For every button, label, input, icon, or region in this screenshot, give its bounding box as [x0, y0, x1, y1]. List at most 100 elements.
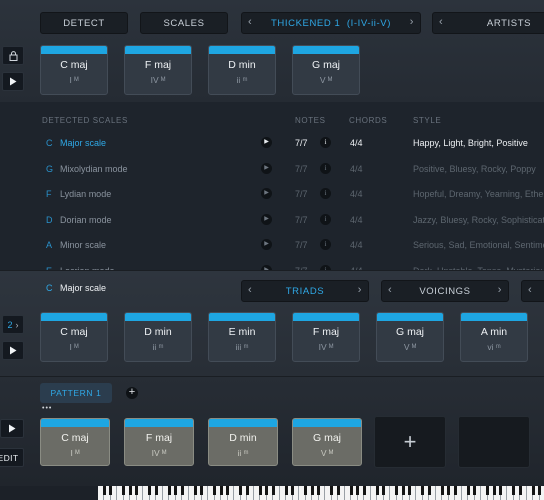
scales-button[interactable]: SCALES [140, 12, 228, 34]
white-key[interactable] [540, 486, 544, 500]
info-icon[interactable]: i [320, 137, 331, 148]
white-key[interactable] [293, 486, 299, 500]
scale-row[interactable]: D Dorian mode ▶ 7/7 i 4/4 Jazzy, Bluesy, Rocky… [0, 213, 544, 240]
pattern-play-button[interactable] [0, 419, 24, 438]
chord-name: F maj [144, 59, 172, 71]
pattern-chord-card[interactable]: F maj IV ᴹ [124, 418, 194, 466]
white-key[interactable] [137, 486, 143, 500]
chord-degree: V ᴹ [403, 342, 417, 352]
scale-row[interactable]: C Major scale ▶ 7/7 i 4/4 Happy, Light, Bright… [0, 137, 544, 163]
voicings-selector[interactable]: ‹ VOICINGS › [381, 280, 509, 302]
scale-name: Lydian mode [60, 189, 112, 199]
palette-chord-card[interactable]: F maj IV ᴹ [292, 312, 360, 362]
progression-selector[interactable]: ‹ THICKENED 1 (I-IV-ii-V) › [241, 12, 421, 34]
scale-chords: 4/4 [350, 138, 363, 148]
white-key[interactable] [475, 486, 481, 500]
piano-keyboard[interactable] [98, 486, 544, 500]
chevron-right-icon[interactable]: › [410, 16, 414, 28]
chevron-left-icon[interactable]: ‹ [528, 284, 532, 296]
palette-chord-card[interactable]: C maj I ᴹ [40, 312, 108, 362]
chord-degree: IV ᴹ [151, 448, 167, 458]
chord-name: D min [144, 326, 172, 338]
scale-row[interactable]: F Lydian mode ▶ 7/7 i 4/4 Hopeful, Dreamy, Yea… [0, 188, 544, 214]
chord-name: A min [480, 326, 508, 338]
chevron-left-icon[interactable]: ‹ [439, 16, 443, 28]
chord-accent-bar [125, 419, 193, 427]
white-key[interactable] [202, 486, 208, 500]
progression-chord-card[interactable]: F maj IV ᴹ [124, 45, 192, 95]
chord-degree: I ᴹ [69, 342, 79, 352]
progression-chord-card[interactable]: D min ii ᵐ [208, 45, 276, 95]
extra-selector[interactable]: ‹ [521, 280, 544, 302]
palette-play-button[interactable] [2, 341, 24, 360]
detect-button[interactable]: DETECT [40, 12, 128, 34]
info-icon[interactable]: i [320, 239, 331, 250]
white-key[interactable] [501, 486, 507, 500]
play-icon[interactable]: ▶ [261, 213, 272, 225]
scale-notes: 7/7 [295, 189, 308, 199]
scale-key: A [46, 240, 53, 250]
palette-chord-card[interactable]: G maj V ᴹ [376, 312, 444, 362]
white-key[interactable] [365, 486, 371, 500]
empty-chord-slot[interactable] [458, 416, 530, 468]
white-key[interactable] [319, 486, 325, 500]
white-key[interactable] [410, 486, 416, 500]
chevron-left-icon[interactable]: ‹ [248, 16, 252, 28]
info-icon[interactable]: i [320, 188, 331, 199]
scale-name: Mixolydian mode [60, 163, 128, 174]
white-key[interactable] [157, 486, 163, 500]
pattern-tab-label: PATTERN 1 [50, 388, 102, 398]
scale-notes: 7/7 [295, 163, 308, 174]
chevron-right-icon[interactable]: › [498, 284, 502, 296]
play-icon[interactable]: ▶ [261, 188, 272, 199]
play-icon[interactable]: ▶ [261, 162, 272, 174]
octave-selector[interactable]: 2 › [2, 315, 24, 334]
scale-notes: 7/7 [295, 214, 308, 225]
palette-chord-card[interactable]: A min vi ᵐ [460, 312, 528, 362]
chord-name: G maj [395, 326, 424, 338]
white-key[interactable] [111, 486, 117, 500]
white-key[interactable] [228, 486, 234, 500]
progression-chord-card[interactable]: G maj V ᴹ [292, 45, 360, 95]
progression-chord-card[interactable]: C maj I ᴹ [40, 45, 108, 95]
pattern-chord-card[interactable]: C maj I ᴹ [40, 418, 110, 466]
octave-value: 2 [7, 319, 13, 330]
scale-style: Jazzy, Bluesy, Rocky, Sophisticated [413, 214, 544, 225]
pattern-tab[interactable]: PATTERN 1 [40, 383, 112, 403]
chord-name: G maj [312, 432, 341, 444]
artists-selector[interactable]: ‹ ARTISTS [432, 12, 544, 34]
chevron-left-icon[interactable]: ‹ [248, 284, 252, 296]
scale-row[interactable]: G Mixolydian mode ▶ 7/7 i 4/4 Positive, Bluesy… [0, 162, 544, 189]
chord-degree: ii ᵐ [152, 342, 164, 352]
add-chord-slot[interactable]: + [374, 416, 446, 468]
pattern-chord-card[interactable]: G maj V ᴹ [292, 418, 362, 466]
info-icon[interactable]: i [320, 162, 331, 174]
palette-chord-card[interactable]: D min ii ᵐ [124, 312, 192, 362]
pattern-chord-card[interactable]: D min ii ᵐ [208, 418, 278, 466]
chevron-left-icon[interactable]: ‹ [388, 284, 392, 296]
white-key[interactable] [248, 486, 254, 500]
pattern-menu-dots[interactable]: ••• [42, 405, 52, 412]
chevron-right-icon[interactable]: › [358, 284, 362, 296]
white-key[interactable] [339, 486, 345, 500]
white-key[interactable] [384, 486, 390, 500]
play-button[interactable] [2, 72, 24, 91]
play-icon[interactable]: ▶ [261, 239, 272, 250]
white-key[interactable] [274, 486, 280, 500]
white-key[interactable] [456, 486, 462, 500]
add-pattern-button[interactable]: + [126, 387, 138, 399]
white-key[interactable] [430, 486, 436, 500]
triads-selector[interactable]: ‹ TRIADS › [241, 280, 369, 302]
lock-button[interactable] [2, 46, 24, 65]
scale-name: Major scale [60, 138, 107, 148]
white-key[interactable] [521, 486, 527, 500]
header-detected-scales: DETECTED SCALES [42, 116, 128, 125]
white-key[interactable] [183, 486, 189, 500]
detect-label: DETECT [63, 17, 105, 29]
edit-button[interactable]: EDIT [0, 448, 24, 467]
scale-row[interactable]: A Minor scale ▶ 7/7 i 4/4 Serious, Sad, Emotio… [0, 239, 544, 265]
play-icon[interactable]: ▶ [261, 137, 272, 148]
palette-scale-name[interactable]: Major scale [60, 283, 106, 293]
palette-chord-card[interactable]: E min iii ᵐ [208, 312, 276, 362]
info-icon[interactable]: i [320, 213, 331, 225]
